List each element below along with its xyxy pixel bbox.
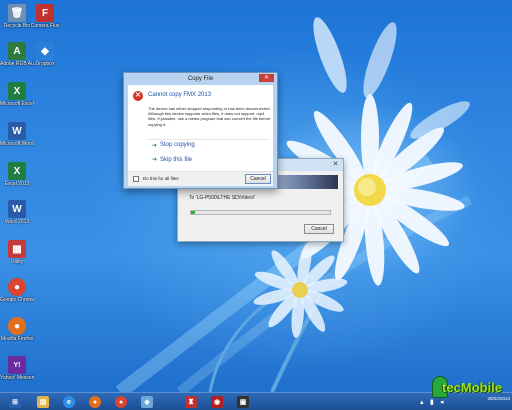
desktop: 🗑 Recycle Bin A Adobe RGB Audit X Micros…: [0, 0, 512, 392]
chrome-icon: ●: [115, 396, 127, 408]
network-icon: ◈: [141, 396, 153, 408]
checkbox-label: Do this for all files: [143, 176, 179, 181]
error-x-icon: ✕: [133, 91, 143, 101]
file-explorer-icon: ▤: [37, 396, 49, 408]
copy-file-dialog: Copy File ✕ ✕ Cannot copy FMX 2013 The d…: [123, 72, 278, 189]
person-icon: ♜: [185, 396, 197, 408]
utility-icon: ▦: [8, 240, 26, 258]
taskbar-media-app[interactable]: ▣: [232, 394, 254, 410]
recycle-bin-icon: 🗑: [8, 4, 26, 22]
taskbar-camera-app[interactable]: ◉: [206, 394, 228, 410]
yahoo-messenger-icon: Y!: [8, 356, 26, 374]
taskbar-file-explorer[interactable]: ▤: [32, 394, 54, 410]
desktop-icon-word-2013-b[interactable]: W Word 2013: [2, 200, 32, 225]
progress-bar: [190, 210, 331, 215]
error-message: The device has either stopped responding…: [148, 106, 271, 127]
progress-cancel-button[interactable]: Cancel: [304, 224, 334, 234]
dialog-footer: Do this for all files Cancel: [128, 171, 273, 186]
option-label: Skip this file: [160, 156, 193, 163]
desktop-icon-camera-flux[interactable]: F Camera Flux: [30, 4, 60, 29]
chevron-up-icon[interactable]: ▴: [420, 398, 424, 406]
desktop-icon-label: Word 2013: [4, 219, 30, 225]
excel-icon: X: [8, 82, 26, 100]
firefox-icon: ●: [89, 396, 101, 408]
desktop-icon-label: Excel 2013: [4, 181, 30, 187]
chrome-icon: ●: [8, 278, 26, 296]
option-label: Stop copying: [160, 142, 195, 148]
progress-bar-fill: [191, 211, 196, 214]
firefox-icon: ●: [8, 317, 26, 335]
camera-icon: ◉: [211, 396, 223, 408]
desktop-icon-excel-2013-b[interactable]: X Excel 2013: [2, 162, 32, 187]
taskbar-firefox[interactable]: ●: [84, 394, 106, 410]
word-icon: W: [8, 200, 26, 218]
desktop-icon-label: Camera Flux: [30, 23, 60, 29]
adobe-icon: A: [8, 42, 26, 60]
desktop-icon-label: Microsoft Word 2013: [0, 141, 34, 147]
taskbar-person-app[interactable]: ♜: [180, 394, 202, 410]
word-icon: W: [8, 122, 26, 140]
green-arrow-icon: ➜: [152, 157, 158, 163]
skip-file-option[interactable]: ➜ Skip this file: [148, 154, 268, 165]
error-heading: Cannot copy FMX 2013: [148, 92, 212, 98]
stop-copying-option[interactable]: ➜ Stop copying: [148, 139, 268, 150]
close-icon[interactable]: ✕: [331, 161, 340, 169]
do-for-all-checkbox[interactable]: [133, 176, 139, 182]
dropbox-icon: ◆: [36, 42, 54, 60]
green-arrow-icon: ➜: [152, 142, 158, 149]
desktop-icon-label: Yahoo! Messenger: [0, 375, 34, 381]
dialog-body: ✕ Cannot copy FMX 2013 The device has ei…: [128, 85, 273, 186]
taskbar-network[interactable]: ◈: [136, 394, 158, 410]
destination-path: To 'LG-P500\LTHE SD\Video\': [189, 195, 256, 201]
desktop-icon-label: Utility: [10, 259, 24, 265]
desktop-icon-label: Mozilla Firefox: [0, 336, 34, 342]
desktop-icon-excel-2013-a[interactable]: X Microsoft Excel 2013: [0, 82, 34, 107]
start-icon: ⊞: [9, 396, 21, 408]
internet-explorer-icon: e: [63, 396, 75, 408]
excel-icon: X: [8, 162, 26, 180]
dialog-title: Copy File: [187, 76, 214, 82]
desktop-icon-google-chrome[interactable]: ● Google Chrome: [0, 278, 34, 303]
desktop-icon-label: Google Chrome: [0, 297, 34, 303]
desktop-icon-label: Dropbox: [35, 61, 55, 67]
desktop-icon-utility[interactable]: ▦ Utility: [2, 240, 32, 265]
desktop-icon-word-2013-a[interactable]: W Microsoft Word 2013: [0, 122, 34, 147]
start-button[interactable]: ⊞: [4, 394, 26, 410]
desktop-icon-label: Microsoft Excel 2013: [0, 101, 34, 107]
desktop-icon-yahoo-messenger[interactable]: Y! Yahoo! Messenger: [0, 356, 34, 381]
taskbar-internet-explorer[interactable]: e: [58, 394, 80, 410]
taskbar-chrome[interactable]: ●: [110, 394, 132, 410]
media-app-icon: ▣: [237, 396, 249, 408]
watermark-text: tecMobile: [442, 380, 502, 395]
watermark-logo: tecMobile: [428, 374, 512, 408]
camera-flux-icon: F: [36, 4, 54, 22]
close-icon[interactable]: ✕: [259, 74, 274, 82]
desktop-icon-dropbox[interactable]: ◆ Dropbox: [30, 42, 60, 67]
dialog-cancel-button[interactable]: Cancel: [245, 174, 271, 184]
desktop-icon-mozilla-firefox[interactable]: ● Mozilla Firefox: [0, 317, 34, 342]
